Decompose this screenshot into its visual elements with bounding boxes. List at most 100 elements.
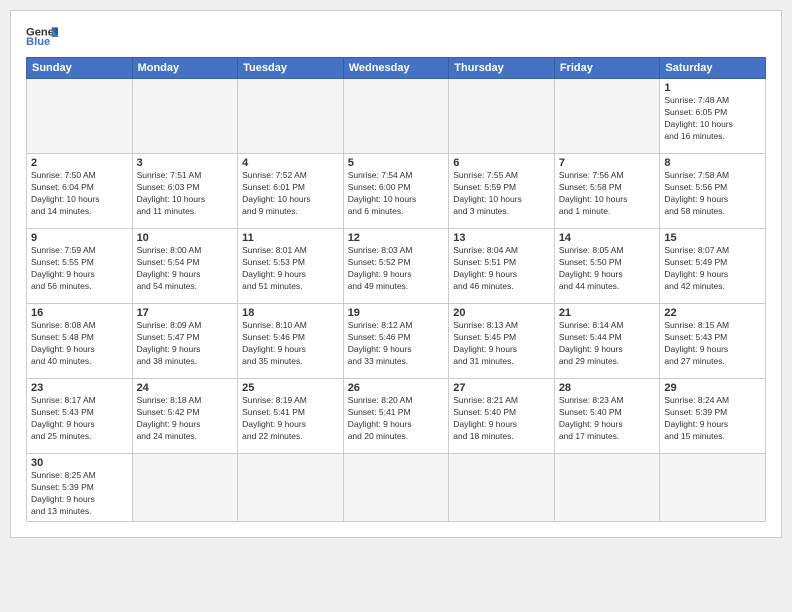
calendar-cell: 22Sunrise: 8:15 AM Sunset: 5:43 PM Dayli… bbox=[660, 304, 766, 379]
day-info: Sunrise: 8:07 AM Sunset: 5:49 PM Dayligh… bbox=[664, 245, 761, 293]
day-info: Sunrise: 8:25 AM Sunset: 5:39 PM Dayligh… bbox=[31, 470, 128, 518]
day-info: Sunrise: 8:21 AM Sunset: 5:40 PM Dayligh… bbox=[453, 395, 550, 443]
day-info: Sunrise: 7:59 AM Sunset: 5:55 PM Dayligh… bbox=[31, 245, 128, 293]
day-number: 8 bbox=[664, 157, 761, 169]
calendar-header-monday: Monday bbox=[132, 58, 238, 79]
day-number: 15 bbox=[664, 232, 761, 244]
calendar-cell: 16Sunrise: 8:08 AM Sunset: 5:48 PM Dayli… bbox=[27, 304, 133, 379]
calendar-week-row: 9Sunrise: 7:59 AM Sunset: 5:55 PM Daylig… bbox=[27, 229, 766, 304]
calendar-week-row: 30Sunrise: 8:25 AM Sunset: 5:39 PM Dayli… bbox=[27, 454, 766, 522]
day-info: Sunrise: 8:09 AM Sunset: 5:47 PM Dayligh… bbox=[137, 320, 234, 368]
day-info: Sunrise: 7:48 AM Sunset: 6:05 PM Dayligh… bbox=[664, 95, 761, 143]
day-info: Sunrise: 7:52 AM Sunset: 6:01 PM Dayligh… bbox=[242, 170, 339, 218]
day-info: Sunrise: 7:50 AM Sunset: 6:04 PM Dayligh… bbox=[31, 170, 128, 218]
calendar-cell: 20Sunrise: 8:13 AM Sunset: 5:45 PM Dayli… bbox=[449, 304, 555, 379]
day-number: 10 bbox=[137, 232, 234, 244]
day-info: Sunrise: 8:20 AM Sunset: 5:41 PM Dayligh… bbox=[348, 395, 445, 443]
calendar-cell: 14Sunrise: 8:05 AM Sunset: 5:50 PM Dayli… bbox=[554, 229, 660, 304]
header: General Blue bbox=[26, 21, 766, 49]
calendar-cell: 10Sunrise: 8:00 AM Sunset: 5:54 PM Dayli… bbox=[132, 229, 238, 304]
calendar-cell: 24Sunrise: 8:18 AM Sunset: 5:42 PM Dayli… bbox=[132, 379, 238, 454]
calendar-cell bbox=[554, 454, 660, 522]
calendar-cell: 26Sunrise: 8:20 AM Sunset: 5:41 PM Dayli… bbox=[343, 379, 449, 454]
calendar-cell: 3Sunrise: 7:51 AM Sunset: 6:03 PM Daylig… bbox=[132, 154, 238, 229]
day-info: Sunrise: 8:05 AM Sunset: 5:50 PM Dayligh… bbox=[559, 245, 656, 293]
calendar-cell bbox=[554, 79, 660, 154]
day-number: 19 bbox=[348, 307, 445, 319]
calendar-cell: 11Sunrise: 8:01 AM Sunset: 5:53 PM Dayli… bbox=[238, 229, 344, 304]
calendar-cell bbox=[132, 454, 238, 522]
day-number: 5 bbox=[348, 157, 445, 169]
day-info: Sunrise: 7:54 AM Sunset: 6:00 PM Dayligh… bbox=[348, 170, 445, 218]
calendar-header-wednesday: Wednesday bbox=[343, 58, 449, 79]
day-info: Sunrise: 8:13 AM Sunset: 5:45 PM Dayligh… bbox=[453, 320, 550, 368]
calendar-cell bbox=[238, 79, 344, 154]
day-number: 18 bbox=[242, 307, 339, 319]
calendar-cell bbox=[27, 79, 133, 154]
day-number: 21 bbox=[559, 307, 656, 319]
calendar-header-thursday: Thursday bbox=[449, 58, 555, 79]
calendar-week-row: 16Sunrise: 8:08 AM Sunset: 5:48 PM Dayli… bbox=[27, 304, 766, 379]
day-number: 12 bbox=[348, 232, 445, 244]
calendar-cell bbox=[343, 79, 449, 154]
day-number: 29 bbox=[664, 382, 761, 394]
calendar-cell: 4Sunrise: 7:52 AM Sunset: 6:01 PM Daylig… bbox=[238, 154, 344, 229]
day-info: Sunrise: 8:01 AM Sunset: 5:53 PM Dayligh… bbox=[242, 245, 339, 293]
day-info: Sunrise: 8:17 AM Sunset: 5:43 PM Dayligh… bbox=[31, 395, 128, 443]
day-number: 4 bbox=[242, 157, 339, 169]
day-number: 28 bbox=[559, 382, 656, 394]
calendar-cell: 8Sunrise: 7:58 AM Sunset: 5:56 PM Daylig… bbox=[660, 154, 766, 229]
day-info: Sunrise: 8:10 AM Sunset: 5:46 PM Dayligh… bbox=[242, 320, 339, 368]
calendar-cell: 17Sunrise: 8:09 AM Sunset: 5:47 PM Dayli… bbox=[132, 304, 238, 379]
calendar-header-friday: Friday bbox=[554, 58, 660, 79]
calendar-week-row: 23Sunrise: 8:17 AM Sunset: 5:43 PM Dayli… bbox=[27, 379, 766, 454]
svg-text:Blue: Blue bbox=[26, 36, 50, 48]
calendar-cell: 5Sunrise: 7:54 AM Sunset: 6:00 PM Daylig… bbox=[343, 154, 449, 229]
calendar-cell: 30Sunrise: 8:25 AM Sunset: 5:39 PM Dayli… bbox=[27, 454, 133, 522]
calendar-cell: 27Sunrise: 8:21 AM Sunset: 5:40 PM Dayli… bbox=[449, 379, 555, 454]
calendar-cell: 23Sunrise: 8:17 AM Sunset: 5:43 PM Dayli… bbox=[27, 379, 133, 454]
calendar-cell bbox=[238, 454, 344, 522]
day-number: 30 bbox=[31, 457, 128, 469]
day-number: 16 bbox=[31, 307, 128, 319]
calendar-cell: 21Sunrise: 8:14 AM Sunset: 5:44 PM Dayli… bbox=[554, 304, 660, 379]
day-info: Sunrise: 7:56 AM Sunset: 5:58 PM Dayligh… bbox=[559, 170, 656, 218]
calendar-cell: 29Sunrise: 8:24 AM Sunset: 5:39 PM Dayli… bbox=[660, 379, 766, 454]
calendar-cell bbox=[132, 79, 238, 154]
calendar-cell: 9Sunrise: 7:59 AM Sunset: 5:55 PM Daylig… bbox=[27, 229, 133, 304]
calendar-header-row: SundayMondayTuesdayWednesdayThursdayFrid… bbox=[27, 58, 766, 79]
day-number: 13 bbox=[453, 232, 550, 244]
calendar-cell: 18Sunrise: 8:10 AM Sunset: 5:46 PM Dayli… bbox=[238, 304, 344, 379]
day-info: Sunrise: 8:18 AM Sunset: 5:42 PM Dayligh… bbox=[137, 395, 234, 443]
day-info: Sunrise: 8:04 AM Sunset: 5:51 PM Dayligh… bbox=[453, 245, 550, 293]
calendar-cell: 13Sunrise: 8:04 AM Sunset: 5:51 PM Dayli… bbox=[449, 229, 555, 304]
day-info: Sunrise: 8:00 AM Sunset: 5:54 PM Dayligh… bbox=[137, 245, 234, 293]
day-number: 17 bbox=[137, 307, 234, 319]
day-info: Sunrise: 7:58 AM Sunset: 5:56 PM Dayligh… bbox=[664, 170, 761, 218]
calendar-cell bbox=[660, 454, 766, 522]
day-number: 11 bbox=[242, 232, 339, 244]
day-info: Sunrise: 8:12 AM Sunset: 5:46 PM Dayligh… bbox=[348, 320, 445, 368]
calendar-cell bbox=[449, 454, 555, 522]
calendar-cell: 2Sunrise: 7:50 AM Sunset: 6:04 PM Daylig… bbox=[27, 154, 133, 229]
day-info: Sunrise: 8:23 AM Sunset: 5:40 PM Dayligh… bbox=[559, 395, 656, 443]
day-number: 23 bbox=[31, 382, 128, 394]
day-info: Sunrise: 8:19 AM Sunset: 5:41 PM Dayligh… bbox=[242, 395, 339, 443]
day-number: 20 bbox=[453, 307, 550, 319]
logo-icon: General Blue bbox=[26, 21, 58, 49]
day-info: Sunrise: 8:15 AM Sunset: 5:43 PM Dayligh… bbox=[664, 320, 761, 368]
day-number: 6 bbox=[453, 157, 550, 169]
day-info: Sunrise: 8:03 AM Sunset: 5:52 PM Dayligh… bbox=[348, 245, 445, 293]
calendar-cell: 15Sunrise: 8:07 AM Sunset: 5:49 PM Dayli… bbox=[660, 229, 766, 304]
logo: General Blue bbox=[26, 21, 58, 49]
day-number: 2 bbox=[31, 157, 128, 169]
calendar-header-saturday: Saturday bbox=[660, 58, 766, 79]
calendar-cell: 19Sunrise: 8:12 AM Sunset: 5:46 PM Dayli… bbox=[343, 304, 449, 379]
day-number: 26 bbox=[348, 382, 445, 394]
day-number: 24 bbox=[137, 382, 234, 394]
calendar-cell bbox=[343, 454, 449, 522]
calendar-cell: 1Sunrise: 7:48 AM Sunset: 6:05 PM Daylig… bbox=[660, 79, 766, 154]
day-number: 7 bbox=[559, 157, 656, 169]
day-info: Sunrise: 8:08 AM Sunset: 5:48 PM Dayligh… bbox=[31, 320, 128, 368]
day-info: Sunrise: 7:51 AM Sunset: 6:03 PM Dayligh… bbox=[137, 170, 234, 218]
